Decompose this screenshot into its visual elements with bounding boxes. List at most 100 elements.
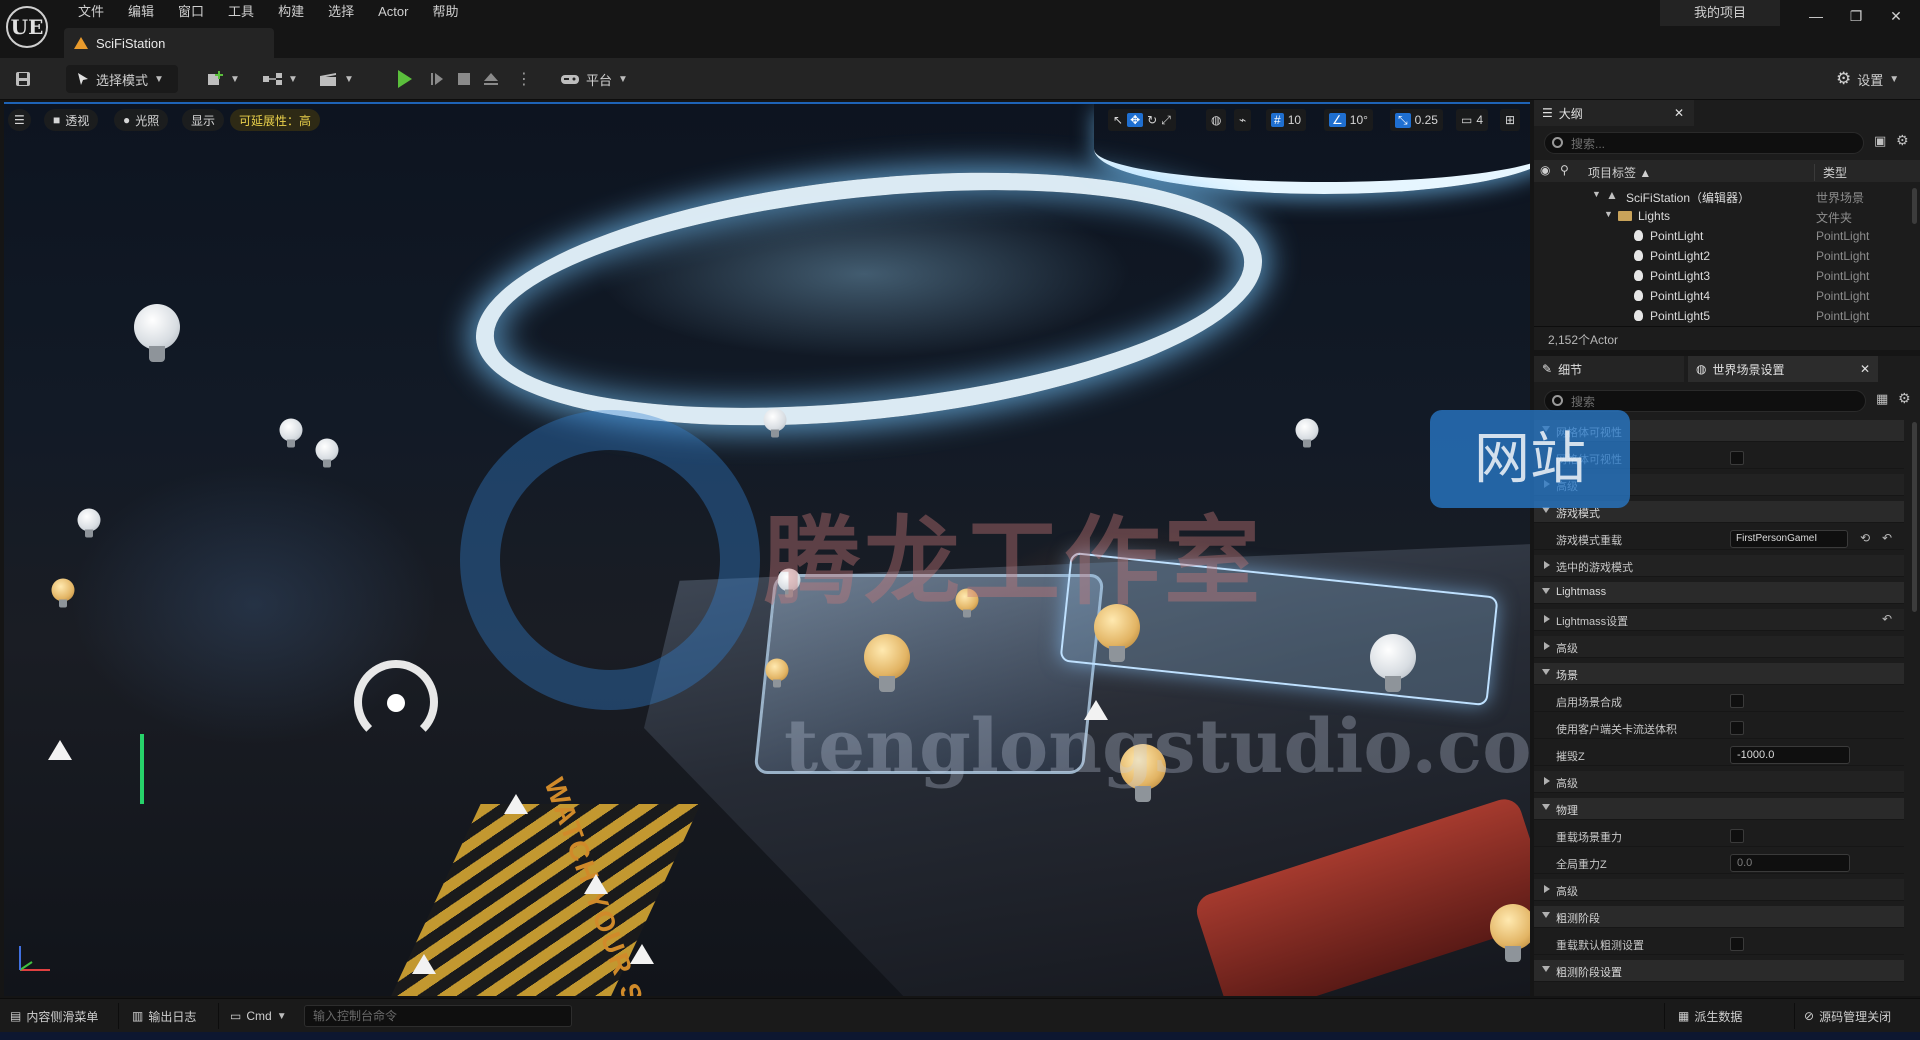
property-row[interactable]: 高级	[1534, 636, 1904, 658]
derived-data-button[interactable]: ▦ 派生数据	[1672, 1005, 1748, 1027]
collapse-arrow-icon[interactable]	[1544, 561, 1550, 569]
unreal-logo-icon[interactable]: UE	[6, 6, 48, 48]
menu-tools[interactable]: 工具	[216, 3, 266, 21]
cmd-select[interactable]: ▭ Cmd ▼	[224, 1005, 293, 1027]
camera-speed-button[interactable]: ▭ 4	[1456, 109, 1489, 131]
transform-gizmo-y-axis[interactable]	[140, 734, 144, 804]
point-light-icon[interactable]	[315, 438, 339, 468]
property-row[interactable]: Lightmass设置 ↶	[1534, 609, 1904, 631]
details-search-input[interactable]: 搜索	[1544, 390, 1866, 412]
tree-row-light[interactable]: PointLight PointLight	[1534, 226, 1920, 246]
property-dropdown[interactable]: FirstPersonGameI	[1730, 530, 1848, 548]
expand-arrow-icon[interactable]	[1542, 588, 1550, 594]
select-tool-icon[interactable]: ↖	[1113, 113, 1123, 127]
project-name[interactable]: 我的项目	[1660, 0, 1780, 26]
point-light-icon[interactable]	[763, 408, 787, 438]
tree-row-folder[interactable]: ▼ Lights 文件夹	[1534, 206, 1920, 226]
console-command-input[interactable]: 输入控制台命令	[304, 1005, 572, 1027]
decal-icon[interactable]	[412, 954, 436, 974]
collapse-arrow-icon[interactable]	[1544, 642, 1550, 650]
point-light-icon[interactable]	[279, 418, 303, 448]
property-value-input[interactable]: 0.0	[1730, 854, 1850, 872]
property-checkbox[interactable]	[1730, 451, 1744, 465]
tab-world-settings[interactable]: ◍ 世界场景设置 ✕	[1688, 356, 1878, 382]
level-viewport[interactable]: WATCH YOUR STEP 腾龙工作室 tenglongstudio.com…	[4, 102, 1530, 996]
level-tab[interactable]: SciFiStation	[64, 28, 274, 58]
rotation-snap-button[interactable]: ∠ 10°	[1324, 109, 1373, 131]
point-light-icon[interactable]	[765, 658, 789, 688]
property-row[interactable]: 高级	[1534, 879, 1904, 901]
menu-edit[interactable]: 编辑	[116, 3, 166, 21]
platform-button[interactable]: 平台 ▼	[560, 65, 628, 93]
tree-row-light[interactable]: PointLight4 PointLight	[1534, 286, 1920, 306]
property-checkbox[interactable]	[1730, 694, 1744, 708]
world-space-button[interactable]: ◍	[1206, 109, 1227, 131]
output-log-button[interactable]: ▥ 输出日志	[126, 1005, 202, 1027]
outliner-search-input[interactable]: 搜索...	[1544, 132, 1864, 154]
collapse-arrow-icon[interactable]	[1544, 777, 1550, 785]
advance-frame-button[interactable]	[428, 65, 446, 93]
add-actor-button[interactable]: ▼	[206, 65, 240, 93]
close-icon[interactable]: ✕	[1674, 106, 1684, 120]
tab-outliner[interactable]: ☰ 大纲 ✕	[1534, 100, 1694, 126]
expand-arrow-icon[interactable]: ▼	[1592, 189, 1601, 199]
property-section-header[interactable]: 物理	[1534, 798, 1904, 820]
point-light-icon[interactable]	[51, 578, 75, 608]
stop-button[interactable]	[456, 65, 472, 93]
decal-icon[interactable]	[630, 944, 654, 964]
point-light-icon[interactable]	[864, 634, 910, 692]
property-checkbox[interactable]	[1730, 721, 1744, 735]
table-view-icon[interactable]: ▦	[1876, 391, 1888, 407]
property-section-header[interactable]: 粗测阶段	[1534, 906, 1904, 928]
tree-row-light[interactable]: PointLight5 PointLight	[1534, 306, 1920, 326]
mode-select-button[interactable]: 选择模式 ▼	[66, 65, 178, 93]
tree-row-world[interactable]: ▼ ▲ SciFiStation（编辑器） 世界场景	[1534, 186, 1920, 206]
decal-icon[interactable]	[48, 740, 72, 760]
grid-snap-button[interactable]: # 10	[1266, 109, 1307, 131]
blueprint-button[interactable]: ▼	[262, 65, 298, 93]
close-icon[interactable]: ✕	[1860, 362, 1870, 376]
play-options-button[interactable]: ⋮	[516, 65, 532, 93]
pin-icon[interactable]: ⚲	[1560, 163, 1569, 177]
eject-button[interactable]	[482, 65, 500, 93]
property-section-header[interactable]: Lightmass	[1534, 582, 1904, 604]
content-drawer-button[interactable]: ▤ 内容侧滑菜单	[4, 1005, 104, 1027]
decal-icon[interactable]	[504, 794, 528, 814]
expand-arrow-icon[interactable]	[1542, 804, 1550, 810]
expand-arrow-icon[interactable]	[1542, 669, 1550, 675]
collapse-arrow-icon[interactable]	[1544, 615, 1550, 623]
expand-arrow-icon[interactable]	[1542, 912, 1550, 918]
play-button[interactable]	[398, 65, 412, 93]
collapse-arrow-icon[interactable]	[1544, 885, 1550, 893]
add-folder-icon[interactable]: ▣	[1874, 133, 1886, 149]
point-light-icon[interactable]	[1490, 904, 1530, 962]
viewport-layout-button[interactable]: ⊞	[1500, 109, 1521, 131]
property-section-header[interactable]: 场景	[1534, 663, 1904, 685]
column-item-label[interactable]: 项目标签 ▲	[1588, 164, 1651, 181]
menu-file[interactable]: 文件	[66, 3, 116, 21]
property-checkbox[interactable]	[1730, 937, 1744, 951]
close-window-button[interactable]: ✕	[1876, 0, 1916, 32]
visibility-eye-icon[interactable]: ◉	[1540, 163, 1550, 177]
menu-build[interactable]: 构建	[266, 3, 316, 21]
expand-arrow-icon[interactable]	[1542, 966, 1550, 972]
scale-tool-icon[interactable]: ⤢	[1161, 113, 1171, 128]
gear-icon[interactable]: ⚙	[1896, 132, 1909, 149]
restore-button[interactable]: ❐	[1836, 0, 1876, 32]
move-tool-icon[interactable]: ✥	[1127, 113, 1144, 127]
surface-snap-button[interactable]: ⌁	[1234, 109, 1252, 131]
source-control-button[interactable]: ⊘ 源码管理关闭	[1798, 1005, 1897, 1027]
rotate-tool-icon[interactable]: ↻	[1147, 113, 1157, 127]
point-light-icon[interactable]	[1295, 418, 1319, 448]
reset-to-default-icon[interactable]: ↶	[1882, 612, 1892, 626]
scalability-button[interactable]: 可延展性：高	[230, 109, 321, 131]
column-type[interactable]: 类型	[1814, 164, 1847, 181]
property-row[interactable]: 选中的游戏模式	[1534, 555, 1904, 577]
tree-row-light[interactable]: PointLight2 PointLight	[1534, 246, 1920, 266]
menu-help[interactable]: 帮助	[420, 3, 470, 21]
point-light-icon[interactable]	[134, 304, 180, 362]
menu-actor[interactable]: Actor	[366, 3, 420, 21]
tab-details[interactable]: ✎ 细节	[1534, 356, 1684, 382]
gear-icon[interactable]: ⚙	[1898, 390, 1911, 407]
browse-icon[interactable]: ⟲	[1860, 531, 1870, 545]
